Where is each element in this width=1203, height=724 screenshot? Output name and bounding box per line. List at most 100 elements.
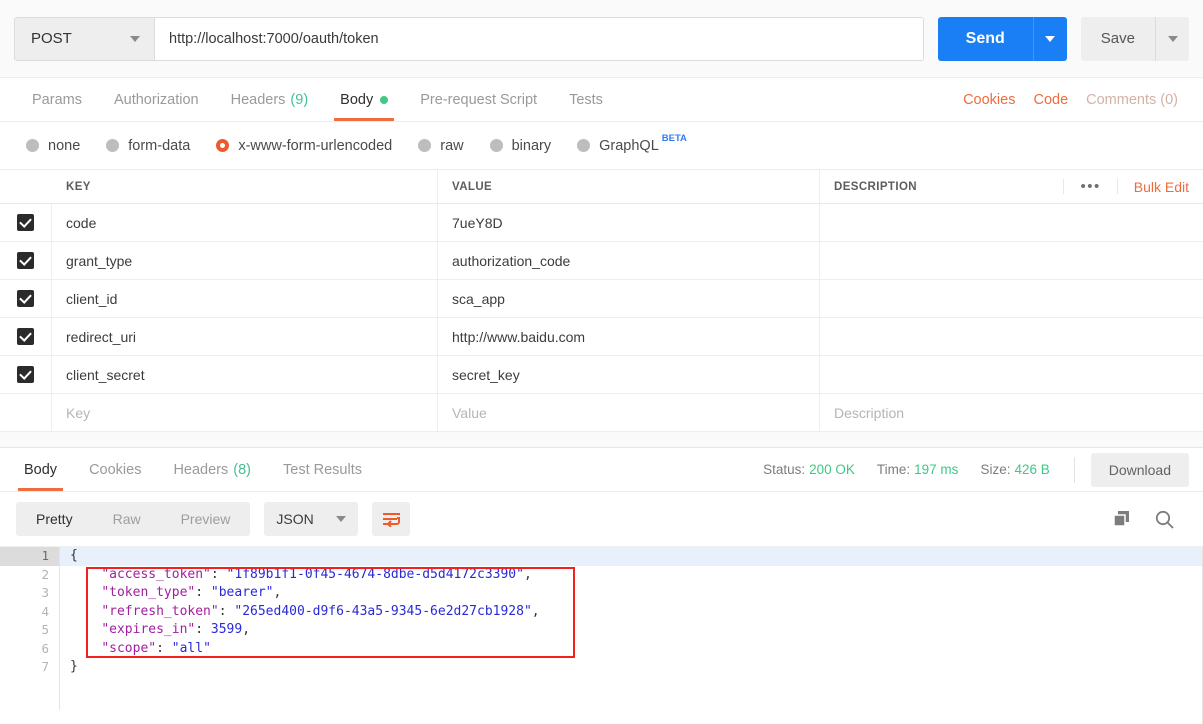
tab-headers[interactable]: Headers (9) (215, 78, 325, 121)
row-checkbox-cell[interactable] (0, 204, 52, 241)
header-description: DESCRIPTION (834, 180, 917, 193)
format-select[interactable]: JSON (264, 502, 359, 536)
cookies-link[interactable]: Cookies (954, 92, 1024, 108)
code-line[interactable]: "refresh_token": "265ed400-d9f6-43a5-934… (60, 603, 1203, 622)
response-body-editor[interactable]: 1 2 3 4 5 6 7 { "access_token": "1f89b1f… (0, 546, 1203, 724)
body-type-none[interactable]: none (26, 138, 80, 154)
row-description[interactable] (820, 318, 1203, 355)
checkbox-checked-icon[interactable] (17, 328, 34, 345)
code-line[interactable]: "scope": "all" (60, 640, 1203, 659)
response-tab-cookies[interactable]: Cookies (73, 448, 157, 491)
body-type-binary[interactable]: binary (489, 138, 551, 154)
row-key[interactable]: redirect_uri (52, 318, 438, 355)
table-new-row[interactable]: Key Value Description (0, 394, 1203, 432)
code-line[interactable]: "token_type": "bearer", (60, 584, 1203, 603)
view-mode-pretty[interactable]: Pretty (16, 502, 93, 536)
line-number: 7 (41, 659, 49, 674)
radio-selected-icon (216, 139, 230, 152)
tab-body[interactable]: Body (324, 78, 404, 121)
body-type-label: GraphQL (599, 137, 659, 154)
radio-icon (106, 139, 120, 152)
response-tab-test-results[interactable]: Test Results (267, 448, 378, 491)
line-number: 3 (41, 585, 49, 600)
row-description[interactable] (820, 356, 1203, 393)
size-label: Size: (980, 462, 1011, 477)
response-tab-body[interactable]: Body (8, 448, 73, 491)
table-header-row: KEY VALUE DESCRIPTION ••• Bulk Edit (0, 170, 1203, 204)
request-url-bar: POST Send Save (0, 0, 1203, 78)
new-row-value-input[interactable]: Value (438, 394, 820, 431)
row-value[interactable]: authorization_code (438, 242, 820, 279)
row-key[interactable]: client_id (52, 280, 438, 317)
table-row[interactable]: code 7ueY8D (0, 204, 1203, 242)
checkbox-checked-icon[interactable] (17, 290, 34, 307)
search-icon[interactable] (1154, 509, 1175, 530)
row-key[interactable]: grant_type (52, 242, 438, 279)
row-description[interactable] (820, 204, 1203, 241)
radio-icon (418, 139, 432, 152)
tab-label: Headers (173, 461, 229, 478)
code-line[interactable]: { (60, 547, 1203, 566)
table-bottom-spacer (0, 432, 1203, 448)
checkbox-checked-icon[interactable] (17, 366, 34, 383)
download-button[interactable]: Download (1090, 452, 1189, 487)
row-checkbox-cell[interactable] (0, 280, 52, 317)
request-url-input[interactable] (155, 17, 923, 60)
status-info: Status: 200 OK (763, 462, 855, 477)
body-type-raw[interactable]: raw (418, 138, 464, 154)
table-row[interactable]: grant_type authorization_code (0, 242, 1203, 280)
line-number[interactable]: 1 (0, 547, 59, 566)
row-value[interactable]: http://www.baidu.com (438, 318, 820, 355)
body-type-form-data[interactable]: form-data (106, 138, 190, 154)
tab-authorization[interactable]: Authorization (98, 78, 215, 121)
more-options-icon[interactable]: ••• (1063, 179, 1118, 194)
tab-pre-request-script[interactable]: Pre-request Script (404, 78, 553, 121)
status-value: 200 OK (809, 462, 855, 477)
save-options-button[interactable] (1155, 16, 1189, 61)
header-checkbox-cell (0, 170, 52, 203)
bulk-edit-link[interactable]: Bulk Edit (1118, 179, 1189, 195)
row-value[interactable]: 7ueY8D (438, 204, 820, 241)
save-button[interactable]: Save (1080, 16, 1155, 61)
view-mode-preview[interactable]: Preview (161, 502, 251, 536)
send-button[interactable]: Send (937, 16, 1033, 61)
body-type-x-www-form-urlencoded[interactable]: x-www-form-urlencoded (216, 138, 392, 154)
row-value[interactable]: sca_app (438, 280, 820, 317)
word-wrap-button[interactable] (372, 502, 411, 536)
code-line[interactable]: "expires_in": 3599, (60, 621, 1203, 640)
row-value[interactable]: secret_key (438, 356, 820, 393)
table-row[interactable]: redirect_uri http://www.baidu.com (0, 318, 1203, 356)
view-mode-raw[interactable]: Raw (93, 502, 161, 536)
row-description[interactable] (820, 242, 1203, 279)
row-description[interactable] (820, 280, 1203, 317)
postman-window: POST Send Save Params Authorization Head… (0, 0, 1203, 724)
row-key[interactable]: code (52, 204, 438, 241)
table-row[interactable]: client_secret secret_key (0, 356, 1203, 394)
new-row-key-input[interactable]: Key (52, 394, 438, 431)
table-row[interactable]: client_id sca_app (0, 280, 1203, 318)
code-line[interactable]: } (60, 658, 1203, 677)
comments-link[interactable]: Comments (0) (1077, 92, 1187, 108)
code-link[interactable]: Code (1024, 92, 1077, 108)
new-row-description-input[interactable]: Description (820, 394, 1203, 431)
row-checkbox-cell[interactable] (0, 356, 52, 393)
row-checkbox-cell[interactable] (0, 242, 52, 279)
row-checkbox-cell[interactable] (0, 318, 52, 355)
tab-tests[interactable]: Tests (553, 78, 619, 121)
copy-icon[interactable] (1112, 509, 1132, 529)
code-line[interactable]: "access_token": "1f89b1f1-0f45-4674-8dbe… (60, 566, 1203, 585)
response-tab-headers[interactable]: Headers (8) (157, 448, 267, 491)
response-body-code[interactable]: { "access_token": "1f89b1f1-0f45-4674-8d… (60, 547, 1203, 677)
body-type-graphql[interactable]: GraphQL BETA (577, 133, 687, 154)
checkbox-checked-icon[interactable] (17, 214, 34, 231)
chevron-down-icon (1167, 35, 1178, 42)
http-method-select[interactable]: POST (15, 17, 155, 60)
row-checkbox-cell[interactable] (0, 394, 52, 431)
row-key[interactable]: client_secret (52, 356, 438, 393)
tab-params[interactable]: Params (16, 78, 98, 121)
line-number-gutter: 1 2 3 4 5 6 7 (0, 547, 60, 710)
send-options-button[interactable] (1032, 16, 1067, 61)
code-text: { (70, 548, 78, 563)
checkbox-checked-icon[interactable] (17, 252, 34, 269)
chevron-down-icon (130, 35, 140, 42)
